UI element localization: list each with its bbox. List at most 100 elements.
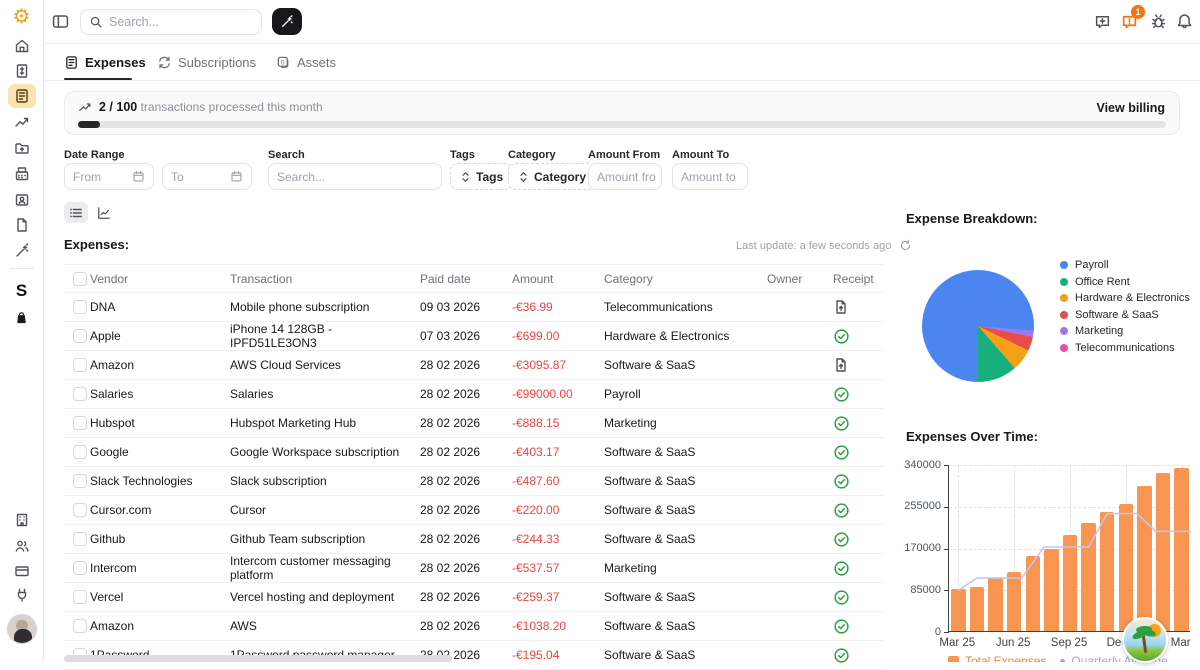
sidebar-item-company[interactable] xyxy=(8,508,36,532)
tab-expenses[interactable]: Expenses xyxy=(64,44,146,80)
table-row[interactable]: Slack Technologies Slack subscription 28… xyxy=(64,467,884,496)
receipt-check-icon[interactable] xyxy=(833,415,850,432)
table-row[interactable]: Amazon AWS Cloud Services 28 02 2026 -€3… xyxy=(64,351,884,380)
tags-filter-button[interactable]: Tags xyxy=(450,163,513,190)
chart-view-toggle[interactable] xyxy=(92,202,116,223)
sidebar-item-team[interactable] xyxy=(8,534,36,558)
table-row[interactable]: DNA Mobile phone subscription 09 03 2026… xyxy=(64,293,884,322)
receipt-cell[interactable] xyxy=(827,299,877,315)
search-input[interactable] xyxy=(109,15,239,29)
sidebar-item-stripe[interactable]: S xyxy=(8,279,36,303)
date-from-input[interactable]: From xyxy=(64,163,154,190)
sidebar-item-store[interactable] xyxy=(8,305,36,329)
tab-subscriptions[interactable]: Subscriptions xyxy=(157,44,256,80)
date-to-input[interactable]: To xyxy=(162,163,252,190)
island-widget-button[interactable] xyxy=(1122,617,1168,663)
receipt-check-icon[interactable] xyxy=(833,647,850,664)
receipt-check-icon[interactable] xyxy=(833,473,850,490)
table-row[interactable]: Google Google Workspace subscription 28 … xyxy=(64,438,884,467)
row-checkbox[interactable] xyxy=(73,619,87,633)
amount-from-input[interactable]: Amount fro xyxy=(588,163,662,190)
col-paid-date[interactable]: Paid date xyxy=(420,272,512,286)
receipt-cell[interactable] xyxy=(827,531,877,548)
table-row[interactable]: Salaries Salaries 28 02 2026 -€99000.00 … xyxy=(64,380,884,409)
sidebar-item-ai[interactable] xyxy=(8,239,36,263)
sidebar-item-invoices[interactable] xyxy=(8,59,36,83)
amount-to-input[interactable]: Amount to xyxy=(672,163,748,190)
row-checkbox[interactable] xyxy=(73,561,87,575)
table-row[interactable]: Github Github Team subscription 28 02 20… xyxy=(64,525,884,554)
row-checkbox[interactable] xyxy=(73,474,87,488)
table-row[interactable]: Hubspot Hubspot Marketing Hub 28 02 2026… xyxy=(64,409,884,438)
row-checkbox[interactable] xyxy=(73,358,87,372)
receipt-check-icon[interactable] xyxy=(833,444,850,461)
feedback-button[interactable] xyxy=(1094,13,1112,31)
table-row[interactable]: Vercel Vercel hosting and deployment 28 … xyxy=(64,583,884,612)
tab-assets[interactable]: 0 Assets xyxy=(276,44,336,80)
row-checkbox[interactable] xyxy=(73,387,87,401)
table-row[interactable]: Amazon AWS 28 02 2026 -€1038.20 Software… xyxy=(64,612,884,641)
receipt-check-icon[interactable] xyxy=(833,589,850,606)
sidebar-item-expenses[interactable] xyxy=(8,84,36,108)
app-logo[interactable]: ⚙ xyxy=(8,5,36,29)
receipt-cell[interactable] xyxy=(827,357,877,373)
notifications-button[interactable] xyxy=(1176,13,1194,31)
table-row[interactable]: Intercom Intercom customer messaging pla… xyxy=(64,554,884,583)
receipt-cell[interactable] xyxy=(827,647,877,664)
row-checkbox[interactable] xyxy=(73,329,87,343)
col-owner[interactable]: Owner xyxy=(767,272,827,286)
col-amount[interactable]: Amount xyxy=(512,272,604,286)
select-all-checkbox[interactable] xyxy=(73,272,87,286)
receipt-cell[interactable] xyxy=(827,386,877,403)
sidebar-item-contacts[interactable] xyxy=(8,188,36,212)
receipt-cell[interactable] xyxy=(827,473,877,490)
receipt-cell[interactable] xyxy=(827,328,877,345)
row-checkbox[interactable] xyxy=(73,590,87,604)
global-search[interactable] xyxy=(80,9,262,35)
row-checkbox[interactable] xyxy=(73,445,87,459)
sidebar-item-documents[interactable] xyxy=(8,136,36,160)
view-billing-link[interactable]: View billing xyxy=(1096,101,1165,115)
table-search-input[interactable]: Search... xyxy=(268,163,442,190)
table-search-placeholder: Search... xyxy=(277,170,325,184)
row-checkbox[interactable] xyxy=(73,503,87,517)
table-row[interactable]: Apple iPhone 14 128GB - IPFD51LE3ON3 07 … xyxy=(64,322,884,351)
user-avatar[interactable] xyxy=(7,614,37,644)
horizontal-scrollbar[interactable] xyxy=(64,655,452,662)
sidebar-item-receipts[interactable] xyxy=(8,162,36,186)
col-transaction[interactable]: Transaction xyxy=(230,272,420,286)
sidebar-toggle-button[interactable] xyxy=(52,13,69,30)
sidebar-item-reports[interactable] xyxy=(8,213,36,237)
receipt-check-icon[interactable] xyxy=(833,386,850,403)
receipt-check-icon[interactable] xyxy=(833,618,850,635)
receipt-cell[interactable] xyxy=(827,502,877,519)
sidebar-item-home[interactable] xyxy=(8,34,36,58)
sidebar-item-insights[interactable] xyxy=(8,110,36,134)
col-receipt[interactable]: Receipt xyxy=(827,272,877,286)
receipt-cell[interactable] xyxy=(827,444,877,461)
table-row[interactable]: Cursor.com Cursor 28 02 2026 -€220.00 So… xyxy=(64,496,884,525)
receipt-cell[interactable] xyxy=(827,618,877,635)
ai-assistant-button[interactable] xyxy=(272,8,302,35)
sidebar-item-billing[interactable] xyxy=(8,559,36,583)
col-category[interactable]: Category xyxy=(604,272,767,286)
receipt-cell[interactable] xyxy=(827,560,877,577)
category-filter-button[interactable]: Category xyxy=(508,163,596,190)
sidebar-item-integrations[interactable] xyxy=(8,583,36,607)
receipt-cell[interactable] xyxy=(827,589,877,606)
row-checkbox[interactable] xyxy=(73,532,87,546)
receipt-upload-icon[interactable] xyxy=(833,299,849,315)
receipt-check-icon[interactable] xyxy=(833,502,850,519)
receipt-check-icon[interactable] xyxy=(833,328,850,345)
row-checkbox[interactable] xyxy=(73,300,87,314)
messages-button[interactable]: 1 xyxy=(1121,13,1139,31)
list-view-toggle[interactable] xyxy=(64,202,88,223)
receipt-upload-icon[interactable] xyxy=(833,357,849,373)
refresh-icon[interactable] xyxy=(899,239,912,252)
row-checkbox[interactable] xyxy=(73,416,87,430)
bug-report-button[interactable] xyxy=(1150,13,1168,31)
receipt-cell[interactable] xyxy=(827,415,877,432)
receipt-check-icon[interactable] xyxy=(833,560,850,577)
receipt-check-icon[interactable] xyxy=(833,531,850,548)
col-vendor[interactable]: Vendor xyxy=(90,272,230,286)
